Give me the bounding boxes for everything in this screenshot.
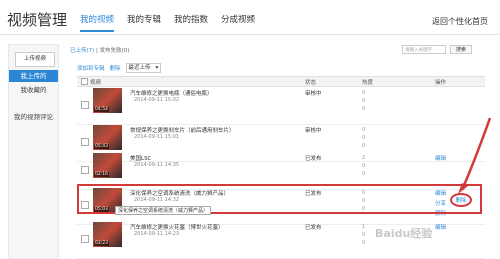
red-arrow-icon	[458, 117, 492, 194]
